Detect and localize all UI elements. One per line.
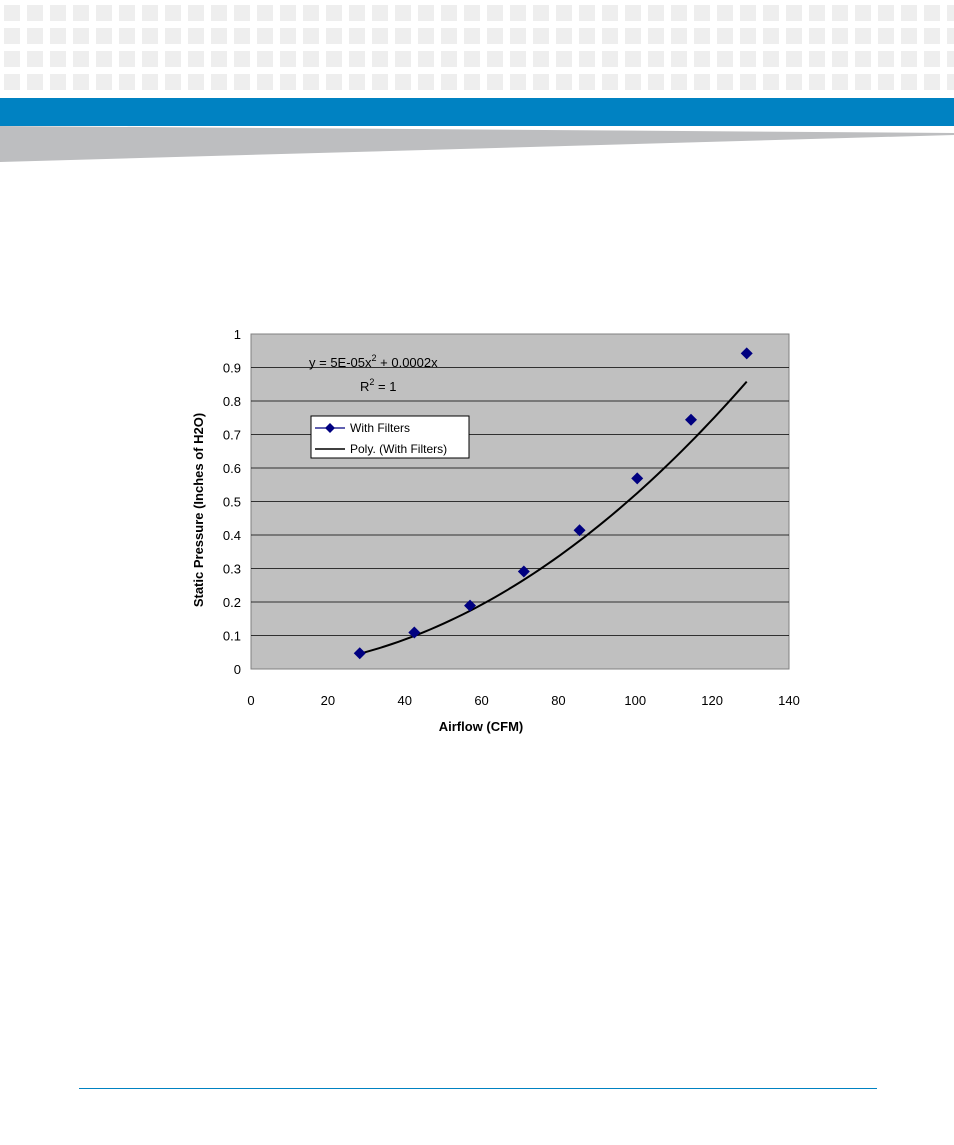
x-axis-ticks: 0 20 40 60 80 100 120 140	[247, 693, 799, 708]
y-tick-label: 0.3	[223, 562, 241, 577]
footer-rule	[79, 1088, 877, 1089]
y-tick-label: 0.1	[223, 629, 241, 644]
y-tick-label: 0.8	[223, 394, 241, 409]
x-tick-label: 60	[474, 693, 488, 708]
y-tick-label: 0.5	[223, 495, 241, 510]
legend-series-label: With Filters	[350, 421, 410, 435]
x-tick-label: 120	[701, 693, 723, 708]
r-squared-label: R2 = 1	[360, 377, 396, 394]
y-axis-label: Static Pressure (Inches of H2O)	[191, 413, 206, 607]
x-tick-label: 100	[624, 693, 646, 708]
x-tick-label: 0	[247, 693, 254, 708]
x-axis-label: Airflow (CFM)	[439, 719, 523, 734]
y-axis-ticks: 0 0.1 0.2 0.3 0.4 0.5 0.6 0.7 0.8 0.9 1	[223, 327, 241, 677]
x-tick-label: 40	[397, 693, 411, 708]
legend: With Filters Poly. (With Filters)	[310, 415, 470, 459]
y-tick-label: 0.4	[223, 528, 241, 543]
y-tick-label: 0.9	[223, 361, 241, 376]
y-tick-label: 0	[234, 662, 241, 677]
y-tick-label: 0.6	[223, 461, 241, 476]
y-tick-label: 0.2	[223, 595, 241, 610]
pressure-airflow-chart: 0 20 40 60 80 100 120 140 0 0.1 0.2 0.3 0.4 0.5 0.6 0.…	[191, 327, 800, 734]
y-tick-label: 1	[234, 327, 241, 342]
x-tick-label: 80	[551, 693, 565, 708]
x-tick-label: 20	[321, 693, 335, 708]
y-tick-label: 0.7	[223, 428, 241, 443]
legend-trendline-label: Poly. (With Filters)	[350, 442, 447, 456]
x-tick-label: 140	[778, 693, 800, 708]
